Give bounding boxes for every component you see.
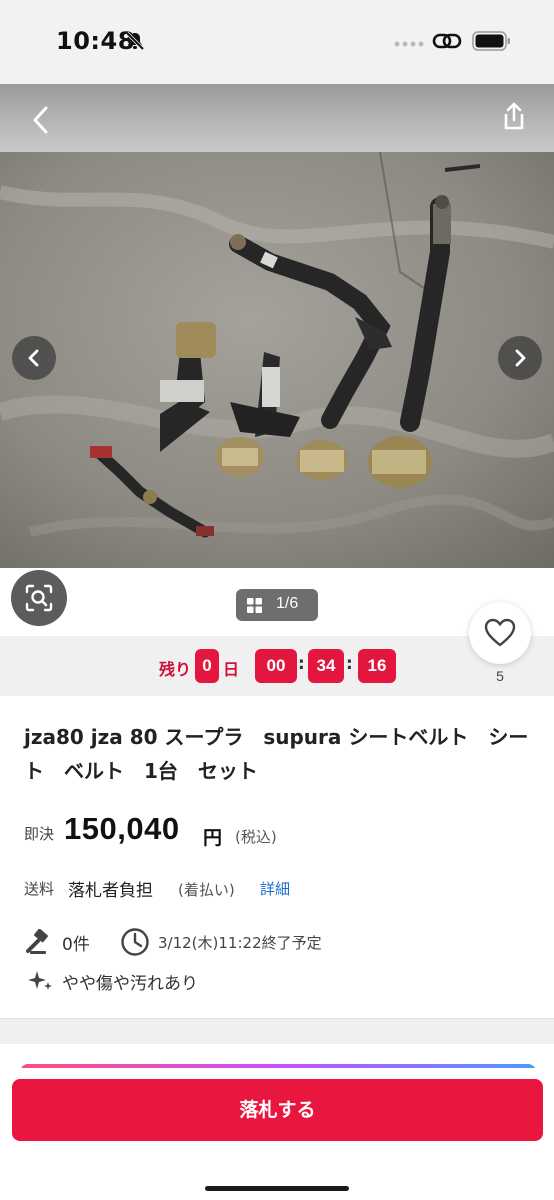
price-value: 150,040 [64, 811, 180, 846]
auction-end-time: 3/12(木)11:22終了予定 [158, 934, 322, 952]
price-unit: 円 [203, 827, 223, 849]
photo-counter-text: 1/6 [276, 595, 299, 612]
countdown-colon: : [346, 654, 353, 674]
battery-icon [472, 31, 510, 51]
photo-counter[interactable]: 1/6 [236, 589, 318, 621]
countdown-hours: 00 [255, 649, 297, 683]
countdown-minutes: 34 [308, 649, 344, 683]
price-tax-note: (税込) [235, 828, 277, 846]
signal-icon [394, 41, 424, 47]
shipping-value: 落札者負担 [68, 881, 153, 901]
image-search-button[interactable] [11, 570, 67, 626]
item-photo[interactable] [0, 152, 554, 568]
bid-count: 0件 [62, 935, 90, 955]
price-label: 即決 [24, 825, 55, 843]
favorite-count: 5 [496, 668, 504, 684]
photo-header [0, 84, 554, 154]
status-bar: 10:48 [0, 0, 554, 84]
countdown-days: 0 [195, 649, 219, 683]
photo-gallery[interactable]: 1/6 [0, 84, 554, 636]
previous-photo-button[interactable] [12, 336, 56, 380]
grid-icon [247, 598, 262, 613]
countdown-seconds: 16 [358, 649, 396, 683]
chevron-left-icon [28, 349, 39, 367]
shipping-note: (着払い) [178, 881, 235, 899]
back-button[interactable] [20, 94, 60, 144]
next-photo-button[interactable] [498, 336, 542, 380]
gavel-icon [26, 929, 48, 954]
clock-icon [121, 928, 149, 956]
bid-button[interactable]: 落札する [12, 1079, 543, 1141]
shipping-label: 送料 [24, 880, 55, 898]
item-condition: やや傷や汚れあり [62, 974, 198, 994]
bell-slash-icon [125, 31, 145, 51]
share-button[interactable] [494, 92, 534, 142]
image-search-icon [25, 584, 53, 612]
link-icon [432, 33, 462, 49]
remaining-label: 残り [159, 660, 192, 679]
countdown-colon: : [298, 654, 305, 674]
chevron-right-icon [515, 349, 526, 367]
section-divider [0, 1018, 554, 1044]
sparkle-icon [28, 971, 52, 990]
item-title: jza80 jza 80 スープラ supura シートベルト シート ベルト … [24, 725, 529, 783]
heart-icon [484, 618, 516, 647]
home-indicator [205, 1186, 349, 1191]
shipping-details-link[interactable]: 詳細 [260, 878, 290, 899]
favorite-button[interactable] [469, 602, 531, 664]
days-unit: 日 [223, 660, 240, 679]
